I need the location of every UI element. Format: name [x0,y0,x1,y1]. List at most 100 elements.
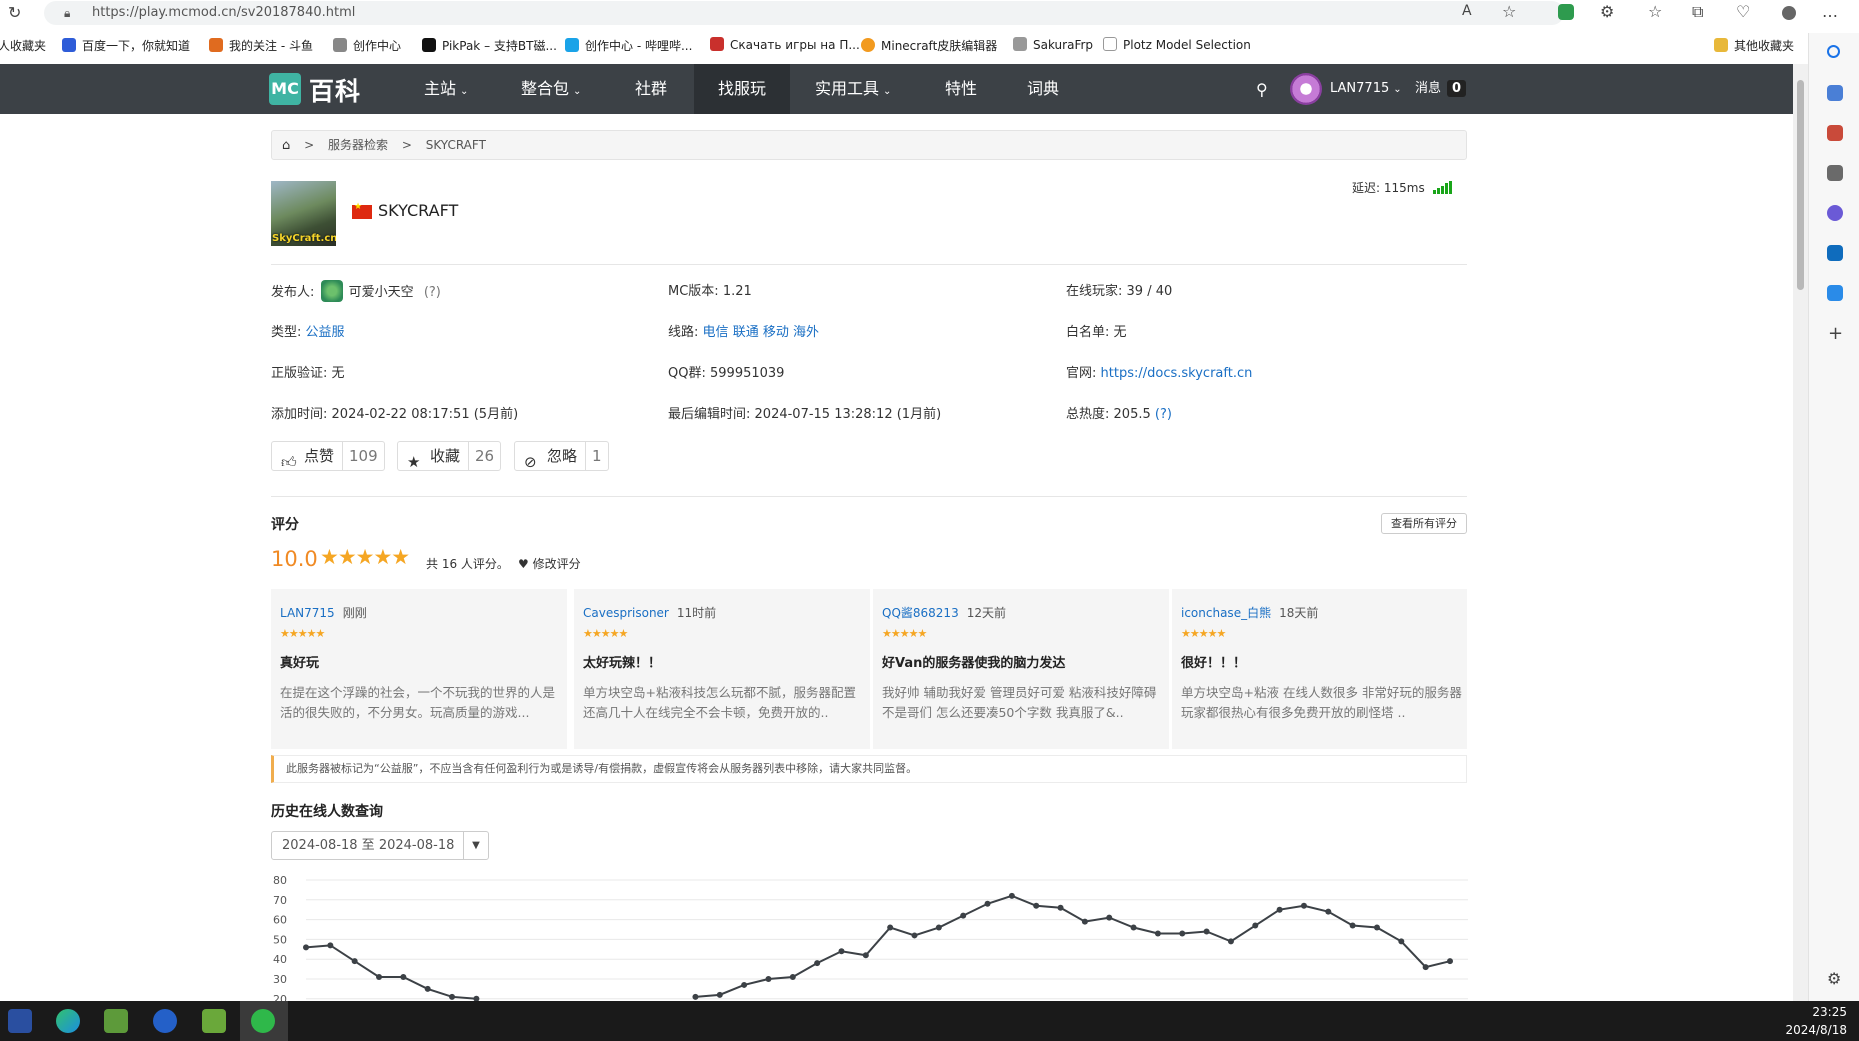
chart-data-point[interactable] [1179,930,1186,937]
bookmark-1[interactable]: 百度一下，你就知道 [62,37,190,54]
address-bar[interactable]: 🔒︎ https://play.mcmod.cn/sv20187840.html [44,1,1564,25]
favorites-icon[interactable]: ☆ [1648,2,1662,21]
refresh-icon[interactable]: ↻ [8,3,21,22]
profile-icon[interactable] [1782,6,1796,20]
review-card[interactable]: QQ酱868213 12天前 ★★★★★ 好Van的服务器使我的脑力发达 我好帅 … [873,589,1169,749]
bookmark-8[interactable]: SakuraFrp [1013,37,1093,52]
chart-data-point[interactable] [1325,908,1332,915]
chart-data-point[interactable] [1033,902,1040,909]
chart-data-point[interactable] [1227,938,1234,945]
date-range-select[interactable]: 2024-08-18 至 2024-08-18 ▼ [271,831,489,860]
toolbox-icon[interactable] [1827,125,1843,141]
chart-data-point[interactable] [376,974,383,981]
line-telecom[interactable]: 电信 [703,325,729,340]
like-button[interactable]: 👍︎ 点赞 109 [271,441,385,471]
ignore-button[interactable]: ⊘ 忽略 1 [514,441,609,471]
bookmark-4[interactable]: PikPak – 支持BT磁... [422,37,557,54]
favorite-button[interactable]: ★ 收藏 26 [397,441,502,471]
chart-data-point[interactable] [765,976,772,982]
collections-icon[interactable]: ⧉ [1692,2,1703,22]
search-icon[interactable]: ⚲ [1256,80,1268,99]
review-card[interactable]: iconchase_白熊 18天前 ★★★★★ 很好！！！ 单方块空岛+粘液 在线… [1172,589,1467,749]
chevron-down-icon[interactable]: ▼ [463,832,488,859]
nav-item-modpacks[interactable]: 整合包 ⌄ [509,64,593,114]
search-icon[interactable] [1827,45,1840,58]
bookmark-9[interactable]: Plotz Model Selection [1103,37,1251,52]
bookmark-0[interactable]: 人收藏夹 [0,37,46,54]
edit-rating-link[interactable]: ♥ 修改评分 [518,555,581,572]
nav-item-features[interactable]: 特性 [933,64,989,114]
nav-item-dictionary[interactable]: 词典 [1015,64,1071,114]
send-icon[interactable] [1827,285,1843,301]
chart-data-point[interactable] [1057,904,1064,911]
minecraft-launcher-icon[interactable] [202,1009,226,1033]
chart-data-point[interactable] [692,993,699,1000]
chart-data-point[interactable] [887,924,894,931]
more-menu-icon[interactable]: … [1822,2,1838,21]
chart-data-point[interactable] [327,942,334,949]
chart-data-point[interactable] [351,958,358,965]
review-card[interactable]: Cavesprisoner 11时前 ★★★★★ 太好玩辣！！ 单方块空岛+粘液科… [574,589,870,749]
chart-data-point[interactable] [1349,922,1356,929]
p-app-icon[interactable] [153,1009,177,1033]
performance-icon[interactable]: ♡ [1736,2,1750,21]
chart-data-point[interactable] [960,912,967,919]
review-user[interactable]: iconchase_白熊 [1181,606,1271,620]
chart-data-point[interactable] [1130,924,1137,931]
outlook-icon[interactable] [1827,245,1843,261]
publisher-help[interactable]: (?) [424,285,441,300]
heat-help[interactable]: (?) [1155,407,1172,422]
chart-data-point[interactable] [741,981,748,988]
mcmod-logo[interactable]: MC [269,73,301,105]
review-user[interactable]: LAN7715 [280,606,335,620]
chart-data-point[interactable] [1008,892,1015,899]
settings-icon[interactable]: ⚙ [1827,969,1841,988]
games-icon[interactable] [1827,165,1843,181]
line-mobile[interactable]: 移动 [763,325,789,340]
nav-item-find-server[interactable]: 找服玩 [694,64,791,114]
chart-data-point[interactable] [789,974,796,981]
extensions-icon[interactable]: ⚙ [1600,2,1614,21]
chart-data-point[interactable] [1106,914,1113,921]
nav-item-main-site[interactable]: 主站 ⌄ [412,64,480,114]
chart-data-point[interactable] [838,948,845,955]
read-aloud-icon[interactable]: A [1462,3,1472,19]
chart-data-point[interactable] [1373,924,1380,931]
chart-data-point[interactable] [984,900,991,907]
chart-data-point[interactable] [1252,922,1259,929]
tag-icon[interactable] [1827,85,1843,101]
system-clock[interactable]: 23:25 2024/8/18 [1785,1003,1847,1039]
nav-item-tools[interactable]: 实用工具 ⌄ [803,64,903,114]
chart-data-point[interactable] [1154,930,1161,937]
website-link[interactable]: https://docs.skycraft.cn [1101,366,1253,381]
type-link[interactable]: 公益服 [306,325,345,340]
review-user[interactable]: QQ酱868213 [882,606,959,620]
chart-data-point[interactable] [1398,938,1405,945]
chart-data-point[interactable] [1300,902,1307,909]
line-overseas[interactable]: 海外 [793,325,819,340]
add-icon[interactable]: + [1828,323,1843,344]
avatar[interactable] [1290,73,1322,105]
mcmod-icon[interactable] [8,1009,32,1033]
copilot-icon[interactable] [1827,205,1843,221]
nav-user-menu[interactable]: LAN7715 ⌄ [1330,64,1402,115]
chart-data-point[interactable] [1203,928,1210,935]
bookmark-7[interactable]: Minecraft皮肤编辑器 [861,37,997,54]
review-card[interactable]: LAN7715 刚刚 ★★★★★ 真好玩 在提在这个浮躁的社会，一个不玩我的世界的… [271,589,567,749]
chart-data-point[interactable] [1081,918,1088,925]
bookmark-3[interactable]: 创作中心 [333,37,401,54]
chart-data-point[interactable] [1276,906,1283,913]
home-icon[interactable]: ⌂ [282,138,290,153]
chart-data-point[interactable] [716,991,723,998]
extension-shield-icon[interactable] [1558,4,1574,20]
minecraft-icon[interactable] [104,1009,128,1033]
line-unicom[interactable]: 联通 [733,325,759,340]
favorite-star-icon[interactable]: ☆ [1502,2,1516,21]
chart-data-point[interactable] [1447,958,1453,965]
chart-data-point[interactable] [1422,964,1429,971]
scroll-thumb[interactable] [1797,80,1804,290]
chart-data-point[interactable] [814,960,821,967]
chart-data-point[interactable] [424,985,431,992]
publisher-name[interactable]: 可爱小天空 [349,285,414,300]
bookmark-10[interactable]: 其他收藏夹 [1714,37,1794,54]
